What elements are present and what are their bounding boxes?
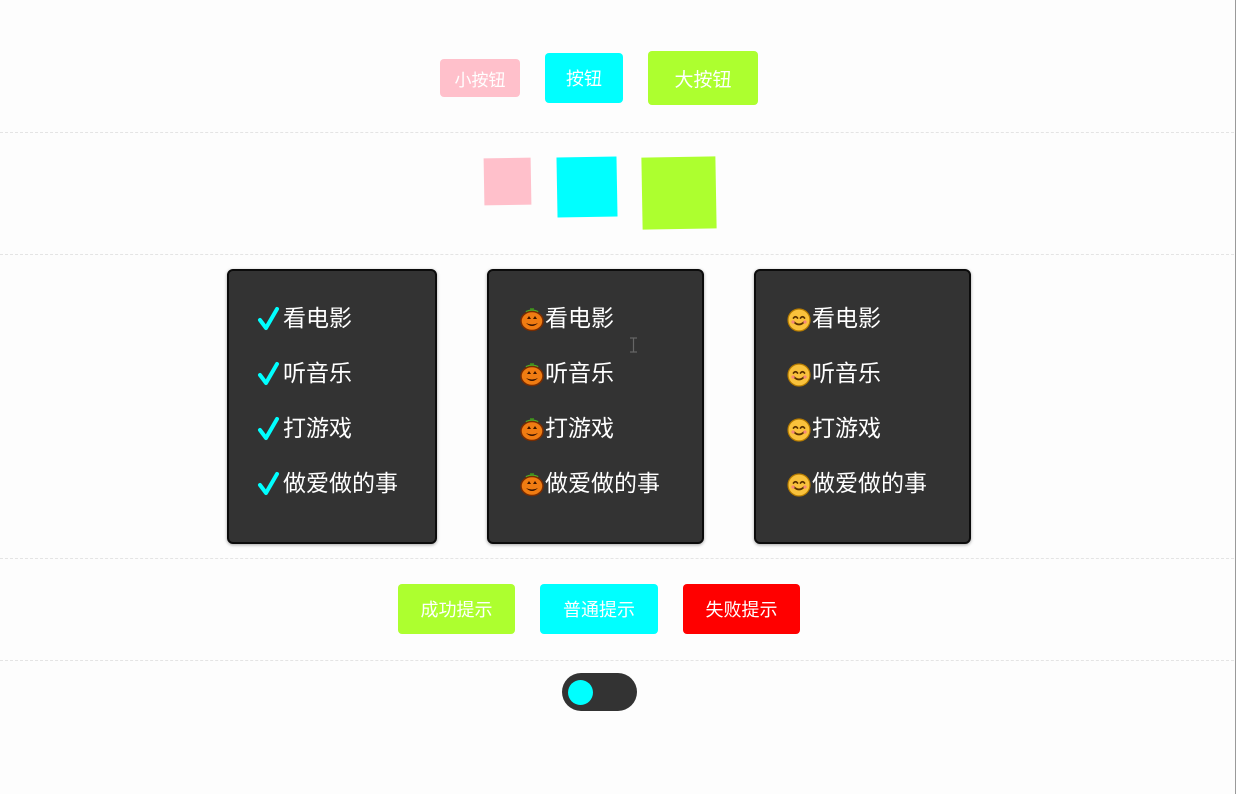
info-alert-button[interactable]: 普通提示 [540, 584, 658, 634]
list-item: 听音乐 [786, 360, 927, 415]
green-square [641, 156, 717, 230]
list-item-label: 看电影 [812, 306, 881, 332]
list-item: 打游戏 [257, 415, 398, 470]
list-card-pumpkin: 看电影 听音乐 打游戏 做爱做的事 [487, 269, 704, 544]
list-item-label: 打游戏 [283, 416, 352, 442]
toggle-switch[interactable] [562, 673, 637, 711]
list-item: 看电影 [786, 305, 927, 360]
list-item: 看电影 [257, 305, 398, 360]
list-item: 打游戏 [519, 415, 660, 470]
list-item-label: 做爱做的事 [283, 471, 398, 497]
pink-square [483, 157, 532, 206]
smiley-icon [786, 471, 812, 497]
large-button[interactable]: 大按钮 [648, 51, 758, 105]
check-icon [257, 416, 283, 442]
list-card-smiley: 看电影 听音乐 打游戏 做爱做的事 [754, 269, 971, 544]
hobby-list: 看电影 听音乐 打游戏 做爱做的事 [519, 305, 660, 525]
list-item-label: 打游戏 [812, 416, 881, 442]
toggle-knob [568, 680, 593, 705]
list-item: 听音乐 [519, 360, 660, 415]
pumpkin-icon [519, 471, 545, 497]
list-item: 打游戏 [786, 415, 927, 470]
list-card-check: 看电影 听音乐 打游戏 做爱做的事 [227, 269, 437, 544]
list-item-label: 听音乐 [545, 361, 614, 387]
medium-button[interactable]: 按钮 [545, 53, 623, 103]
section-divider [0, 132, 1234, 133]
check-icon [257, 471, 283, 497]
text-cursor-icon [629, 337, 638, 357]
check-icon [257, 306, 283, 332]
list-item: 听音乐 [257, 360, 398, 415]
hobby-list: 看电影 听音乐 打游戏 做爱做的事 [257, 305, 398, 525]
pumpkin-icon [519, 361, 545, 387]
list-item-label: 做爱做的事 [545, 471, 660, 497]
section-divider [0, 660, 1234, 661]
list-item-label: 打游戏 [545, 416, 614, 442]
list-item: 做爱做的事 [257, 470, 398, 525]
section-divider [0, 558, 1234, 559]
list-item-label: 做爱做的事 [812, 471, 927, 497]
list-item: 看电影 [519, 305, 660, 360]
small-button[interactable]: 小按钮 [440, 59, 520, 97]
success-alert-button[interactable]: 成功提示 [398, 584, 515, 634]
list-item: 做爱做的事 [519, 470, 660, 525]
smiley-icon [786, 306, 812, 332]
pumpkin-icon [519, 416, 545, 442]
list-item-label: 看电影 [545, 306, 614, 332]
smiley-icon [786, 361, 812, 387]
check-icon [257, 361, 283, 387]
list-item-label: 听音乐 [283, 361, 352, 387]
error-alert-button[interactable]: 失败提示 [683, 584, 800, 634]
hobby-list: 看电影 听音乐 打游戏 做爱做的事 [786, 305, 927, 525]
list-item: 做爱做的事 [786, 470, 927, 525]
list-item-label: 看电影 [283, 306, 352, 332]
list-item-label: 听音乐 [812, 361, 881, 387]
section-divider [0, 254, 1234, 255]
pumpkin-icon [519, 306, 545, 332]
cyan-square [556, 156, 618, 218]
smiley-icon [786, 416, 812, 442]
